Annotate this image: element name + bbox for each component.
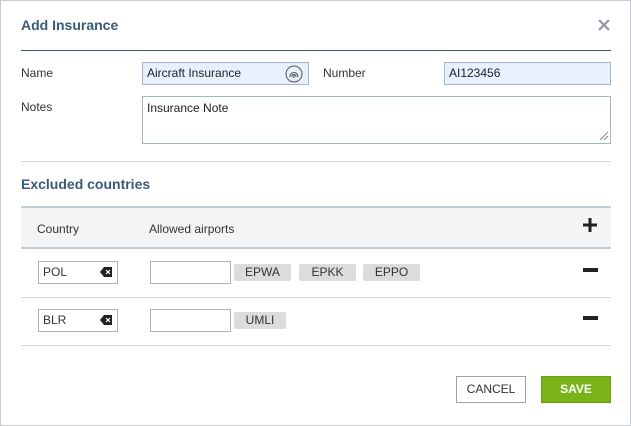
number-label: Number [323, 66, 366, 80]
country-value: POL [43, 265, 68, 279]
section-divider [21, 161, 611, 162]
airport-input[interactable] [150, 261, 231, 284]
airport-chip[interactable]: EPWA [234, 264, 291, 281]
country-field[interactable]: POL [38, 261, 118, 284]
add-insurance-dialog: Add Insurance Name Aircraft Insurance Nu… [0, 0, 631, 426]
plus-icon[interactable] [582, 217, 598, 233]
backspace-icon[interactable] [100, 315, 112, 325]
name-field[interactable]: Aircraft Insurance [142, 62, 309, 85]
airport-input[interactable] [150, 309, 231, 332]
remove-row-minus-icon[interactable] [583, 316, 598, 320]
excluded-table-header: Country Allowed airports [21, 206, 611, 249]
table-row: BLR UMLI [21, 298, 611, 346]
country-value: BLR [43, 313, 67, 327]
excluded-countries-title: Excluded countries [21, 176, 151, 192]
save-button[interactable]: SAVE [541, 376, 611, 403]
fingerprint-icon[interactable] [285, 65, 303, 83]
airport-chip[interactable]: UMLI [234, 312, 286, 329]
number-field[interactable]: AI123456 [444, 62, 611, 85]
dialog-title: Add Insurance [21, 17, 119, 33]
name-label: Name [21, 66, 54, 80]
airport-chip[interactable]: EPPO [363, 264, 420, 281]
country-field[interactable]: BLR [38, 309, 118, 332]
airport-chip[interactable]: EPKK [299, 264, 356, 281]
backspace-icon[interactable] [100, 267, 112, 277]
resize-grip-icon[interactable] [599, 131, 609, 141]
table-row: POL EPWA EPKK EPPO [21, 250, 611, 298]
remove-row-minus-icon[interactable] [583, 268, 598, 272]
column-header-country: Country [37, 222, 80, 236]
notes-field[interactable]: Insurance Note [142, 96, 611, 144]
column-header-allowed-airports: Allowed airports [149, 222, 235, 236]
notes-label: Notes [21, 100, 53, 114]
header-divider [21, 50, 611, 51]
cancel-button[interactable]: CANCEL [456, 376, 526, 403]
close-icon[interactable] [595, 16, 613, 34]
